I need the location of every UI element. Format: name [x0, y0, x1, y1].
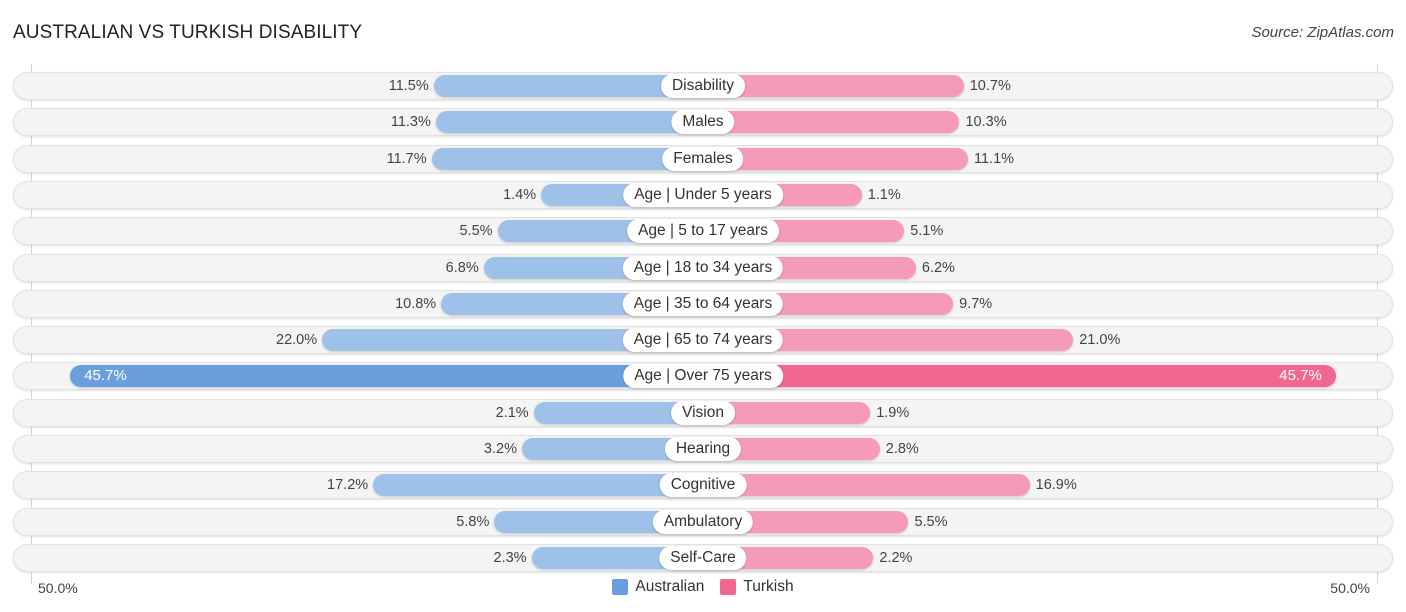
- value-label-australian: 10.8%: [395, 295, 437, 312]
- value-label-australian: 3.2%: [483, 441, 517, 457]
- category-label: Cognitive: [659, 473, 747, 498]
- legend-label-australian: Australian: [635, 578, 705, 595]
- category-label: Age | Under 5 years: [623, 182, 783, 207]
- category-label: Age | 65 to 74 years: [622, 328, 784, 353]
- category-label: Age | 35 to 64 years: [622, 291, 784, 316]
- category-label: Age | 18 to 34 years: [622, 255, 784, 280]
- chart-row: 5.5% 5.1% Age | 5 to 17 years: [13, 217, 1393, 246]
- legend-swatch-turkish: [720, 579, 737, 595]
- legend-item-turkish[interactable]: Turkish: [720, 578, 794, 596]
- chart-row: 11.5% 10.7% Disability: [13, 72, 1393, 100]
- value-label-turkish: 11.1%: [973, 150, 1015, 167]
- left-gridline: [31, 64, 32, 584]
- value-label-australian: 1.4%: [503, 186, 537, 203]
- value-label-australian: 5.8%: [456, 513, 490, 530]
- value-label-turkish: 9.7%: [959, 295, 993, 312]
- value-label-australian: 5.5%: [459, 223, 493, 240]
- chart-row: 45.7% 45.7% Age | Over 75 years: [13, 362, 1393, 391]
- chart-row: 17.2% 16.9% Cognitive: [13, 471, 1393, 500]
- chart-row: 22.0% 21.0% Age | 65 to 74 years: [13, 326, 1393, 355]
- chart-title: AUSTRALIAN VS TURKISH DISABILITY: [13, 22, 363, 43]
- category-label: Disability: [660, 74, 746, 98]
- value-label-turkish: 6.2%: [921, 259, 955, 276]
- chart-row: 10.8% 9.7% Age | 35 to 64 years: [13, 289, 1393, 318]
- category-label: Age | Over 75 years: [623, 364, 783, 389]
- chart-row: 2.3% 2.2% Self-Care: [13, 543, 1393, 572]
- value-label-australian: 17.2%: [327, 477, 369, 494]
- chart-row: 11.3% 10.3% Males: [13, 108, 1393, 137]
- category-label: Self-Care: [659, 545, 747, 570]
- category-label: Ambulatory: [652, 509, 754, 534]
- category-label: Females: [662, 146, 744, 171]
- bar-australian[interactable]: [435, 111, 703, 134]
- value-label-australian: 6.8%: [445, 259, 479, 276]
- category-label: Age | 5 to 17 years: [627, 219, 779, 244]
- chart-row: 3.2% 2.8% Hearing: [13, 435, 1393, 463]
- bar-turkish[interactable]: [703, 474, 1030, 497]
- value-label-turkish: 10.7%: [969, 78, 1011, 94]
- value-label-australian: 45.7%: [84, 367, 127, 385]
- chart-row: 5.8% 5.5% Ambulatory: [13, 507, 1393, 536]
- category-label: Hearing: [664, 437, 742, 461]
- bar-turkish[interactable]: [703, 111, 960, 134]
- value-label-turkish: 2.8%: [885, 441, 919, 457]
- value-label-australian: 2.1%: [495, 404, 529, 421]
- category-label: Vision: [671, 400, 735, 425]
- chart-row: 11.7% 11.1% Females: [13, 144, 1393, 173]
- value-label-turkish: 10.3%: [965, 114, 1007, 131]
- value-label-australian: 11.3%: [390, 114, 431, 131]
- value-label-turkish: 5.1%: [910, 223, 944, 240]
- chart-row: 1.4% 1.1% Age | Under 5 years: [13, 180, 1393, 209]
- value-label-turkish: 16.9%: [1035, 477, 1077, 494]
- value-label-turkish: 45.7%: [1279, 367, 1322, 385]
- value-label-australian: 22.0%: [276, 332, 318, 349]
- legend: Australian Turkish: [0, 578, 1406, 596]
- chart-row: 6.8% 6.2% Age | 18 to 34 years: [13, 253, 1393, 282]
- value-label-turkish: 5.5%: [914, 513, 948, 530]
- legend-swatch-australian: [612, 579, 629, 595]
- bar-australian[interactable]: [373, 474, 703, 497]
- value-label-turkish: 1.9%: [876, 404, 910, 421]
- value-label-turkish: 1.1%: [867, 186, 901, 203]
- value-label-turkish: 2.2%: [879, 549, 913, 566]
- chart-row: 2.1% 1.9% Vision: [13, 398, 1393, 427]
- legend-item-australian[interactable]: Australian: [612, 578, 704, 596]
- legend-label-turkish: Turkish: [743, 578, 794, 595]
- right-gridline: [1377, 64, 1378, 584]
- source-label: Source: ZipAtlas.com: [1251, 24, 1394, 41]
- value-label-turkish: 21.0%: [1079, 332, 1121, 349]
- value-label-australian: 11.7%: [386, 150, 427, 167]
- value-label-australian: 11.5%: [388, 78, 429, 94]
- bar-australian[interactable]: [70, 365, 703, 388]
- category-label: Males: [671, 110, 735, 135]
- bar-turkish[interactable]: [703, 365, 1336, 388]
- value-label-australian: 2.3%: [493, 549, 527, 566]
